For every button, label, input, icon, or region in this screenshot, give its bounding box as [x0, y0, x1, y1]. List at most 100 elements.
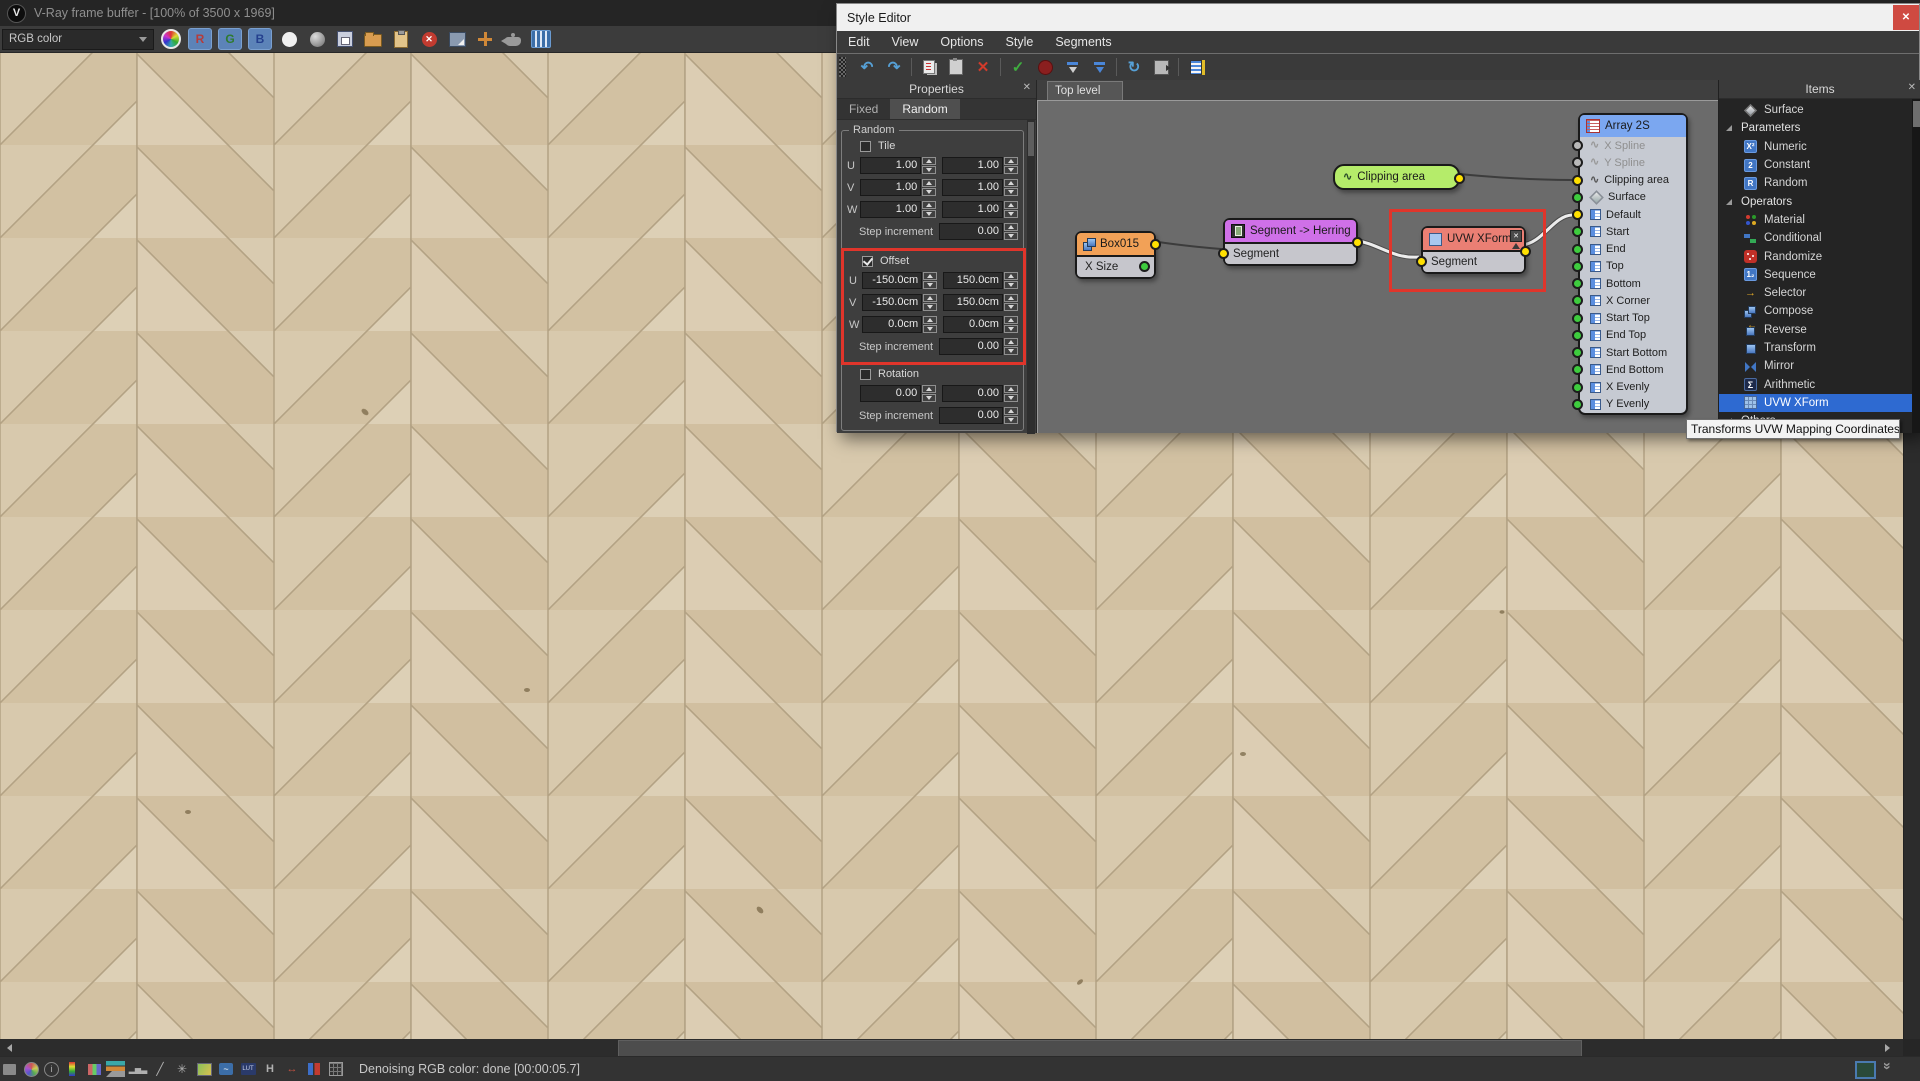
spin-up[interactable]	[1004, 223, 1018, 231]
tile-w-max-field[interactable]: 1.00	[942, 201, 1003, 218]
item-compose[interactable]: Compose	[1719, 302, 1920, 320]
spin-up[interactable]	[923, 294, 937, 302]
tile-w-min-field[interactable]: 1.00	[860, 201, 921, 218]
input-pin-yellow[interactable]	[1572, 175, 1583, 186]
curves-icon[interactable]: ╱	[151, 1061, 169, 1078]
offset-w-min-field[interactable]: 0.0cm	[862, 316, 922, 333]
array-row-end-top[interactable]: End Top	[1580, 327, 1686, 344]
spin-down[interactable]	[1004, 166, 1018, 174]
input-pin-green[interactable]	[1572, 226, 1583, 237]
array-row-y-evenly[interactable]: Y Evenly	[1580, 396, 1686, 413]
spin-down[interactable]	[1004, 394, 1018, 402]
offset-v-min-field[interactable]: -150.0cm	[862, 294, 922, 311]
offset-checkbox[interactable]	[862, 256, 873, 267]
spin-up[interactable]	[922, 157, 936, 165]
horizontal-scrollbar[interactable]	[0, 1039, 1903, 1056]
array-row-x-evenly[interactable]: X Evenly	[1580, 379, 1686, 396]
expand-chevrons-icon[interactable]: »	[1880, 1062, 1896, 1070]
menu-edit[interactable]: Edit	[837, 31, 881, 53]
compare-ab-button[interactable]	[530, 29, 552, 49]
output-pin-yellow[interactable]	[1150, 239, 1161, 250]
tile-u-max-field[interactable]: 1.00	[942, 157, 1003, 174]
background-button[interactable]	[306, 29, 328, 49]
input-pin-green[interactable]	[1572, 278, 1583, 289]
spin-down[interactable]	[1004, 347, 1018, 355]
pixel-grid-icon[interactable]	[327, 1061, 345, 1078]
green-channel-button[interactable]: G	[218, 28, 242, 50]
array-row-start[interactable]: Start	[1580, 223, 1686, 240]
tile-v-min-field[interactable]: 1.00	[860, 179, 921, 196]
input-pin-green[interactable]	[1572, 364, 1583, 375]
items-scrollbar[interactable]	[1912, 99, 1920, 433]
track-mouse-button[interactable]	[474, 29, 496, 49]
lut-icon[interactable]: LUT	[239, 1061, 257, 1078]
input-pin-gray[interactable]	[1572, 157, 1583, 168]
item-numeric[interactable]: X²Numeric	[1719, 138, 1920, 156]
array-row-start-top[interactable]: Start Top	[1580, 310, 1686, 327]
apply-button[interactable]: ✓	[1008, 57, 1028, 77]
tile-step-field[interactable]: 0.00	[939, 223, 1003, 240]
item-selector[interactable]: Selector	[1719, 284, 1920, 302]
spin-down[interactable]	[923, 281, 937, 289]
array-row-top[interactable]: Top	[1580, 258, 1686, 275]
folder-icon[interactable]	[0, 1061, 18, 1078]
spin-up[interactable]	[923, 316, 937, 324]
white-balance-button[interactable]	[278, 29, 300, 49]
save-image-button[interactable]	[334, 29, 356, 49]
region-render-button[interactable]	[446, 29, 468, 49]
item-surface[interactable]: Surface	[1719, 101, 1920, 119]
bezier-icon[interactable]: ~	[217, 1061, 235, 1078]
spin-up[interactable]	[1004, 272, 1018, 280]
tile-v-max-field[interactable]: 1.00	[942, 179, 1003, 196]
rotation-max-field[interactable]: 0.00	[942, 385, 1003, 402]
properties-scrollbar[interactable]	[1027, 120, 1035, 434]
spin-up[interactable]	[1004, 385, 1018, 393]
align-top-button[interactable]	[1062, 57, 1082, 77]
paste-button[interactable]	[946, 57, 966, 77]
style-editor-titlebar[interactable]: Style Editor ✕	[837, 4, 1919, 31]
rotation-checkbox[interactable]	[860, 369, 871, 380]
item-arithmetic[interactable]: Arithmetic	[1719, 375, 1920, 393]
spin-down[interactable]	[1004, 325, 1018, 333]
input-pin-green[interactable]	[1572, 399, 1583, 410]
node-clipping-area[interactable]: ∿ Clipping area	[1333, 164, 1460, 190]
offset-v-max-field[interactable]: 150.0cm	[943, 294, 1003, 311]
rotation-step-field[interactable]: 0.00	[939, 407, 1003, 424]
spin-up[interactable]	[1004, 179, 1018, 187]
array-row-surface[interactable]: Surface	[1580, 189, 1686, 206]
spin-down[interactable]	[922, 210, 936, 218]
channel-dropdown[interactable]: RGB color	[2, 29, 154, 50]
image-icon[interactable]	[195, 1061, 213, 1078]
blue-channel-button[interactable]: B	[248, 28, 272, 50]
icc-icon[interactable]	[305, 1061, 323, 1078]
tab-fixed[interactable]: Fixed	[837, 99, 890, 119]
tab-random[interactable]: Random	[890, 99, 959, 119]
array-row-end-bottom[interactable]: End Bottom	[1580, 361, 1686, 378]
input-pin-yellow[interactable]	[1572, 209, 1583, 220]
pan-icon[interactable]: ↔	[283, 1061, 301, 1078]
input-pin-green[interactable]	[1572, 347, 1583, 358]
offset-w-max-field[interactable]: 0.0cm	[943, 316, 1003, 333]
offset-u-max-field[interactable]: 150.0cm	[943, 272, 1003, 289]
spin-up[interactable]	[922, 179, 936, 187]
offset-u-min-field[interactable]: -150.0cm	[862, 272, 922, 289]
aperture-icon[interactable]: ✳	[173, 1061, 191, 1078]
input-pin-green[interactable]	[1572, 261, 1583, 272]
undo-button[interactable]: ↶	[857, 57, 877, 77]
node-box015[interactable]: Box015 X Size	[1075, 231, 1156, 279]
input-pin-gray[interactable]	[1572, 140, 1583, 151]
spin-down[interactable]	[923, 303, 937, 311]
input-pin-green[interactable]	[1572, 330, 1583, 341]
input-pin-green[interactable]	[1572, 382, 1583, 393]
node-segment-herringbone[interactable]: Segment -> Herring Segment	[1223, 218, 1358, 266]
spin-up[interactable]	[1004, 294, 1018, 302]
item-list-button[interactable]	[1186, 57, 1206, 77]
expander-icon[interactable]	[1726, 125, 1732, 131]
array-row-default[interactable]: Default	[1580, 206, 1686, 223]
node-array-2s[interactable]: Array 2S ∿X Spline ∿Y Spline ∿Clipping a…	[1578, 113, 1688, 415]
align-bottom-button[interactable]	[1089, 57, 1109, 77]
rotation-min-field[interactable]: 0.00	[860, 385, 921, 402]
halt-icon[interactable]: H	[261, 1061, 279, 1078]
array-row-x-corner[interactable]: X Corner	[1580, 292, 1686, 309]
spin-up[interactable]	[1004, 407, 1018, 415]
